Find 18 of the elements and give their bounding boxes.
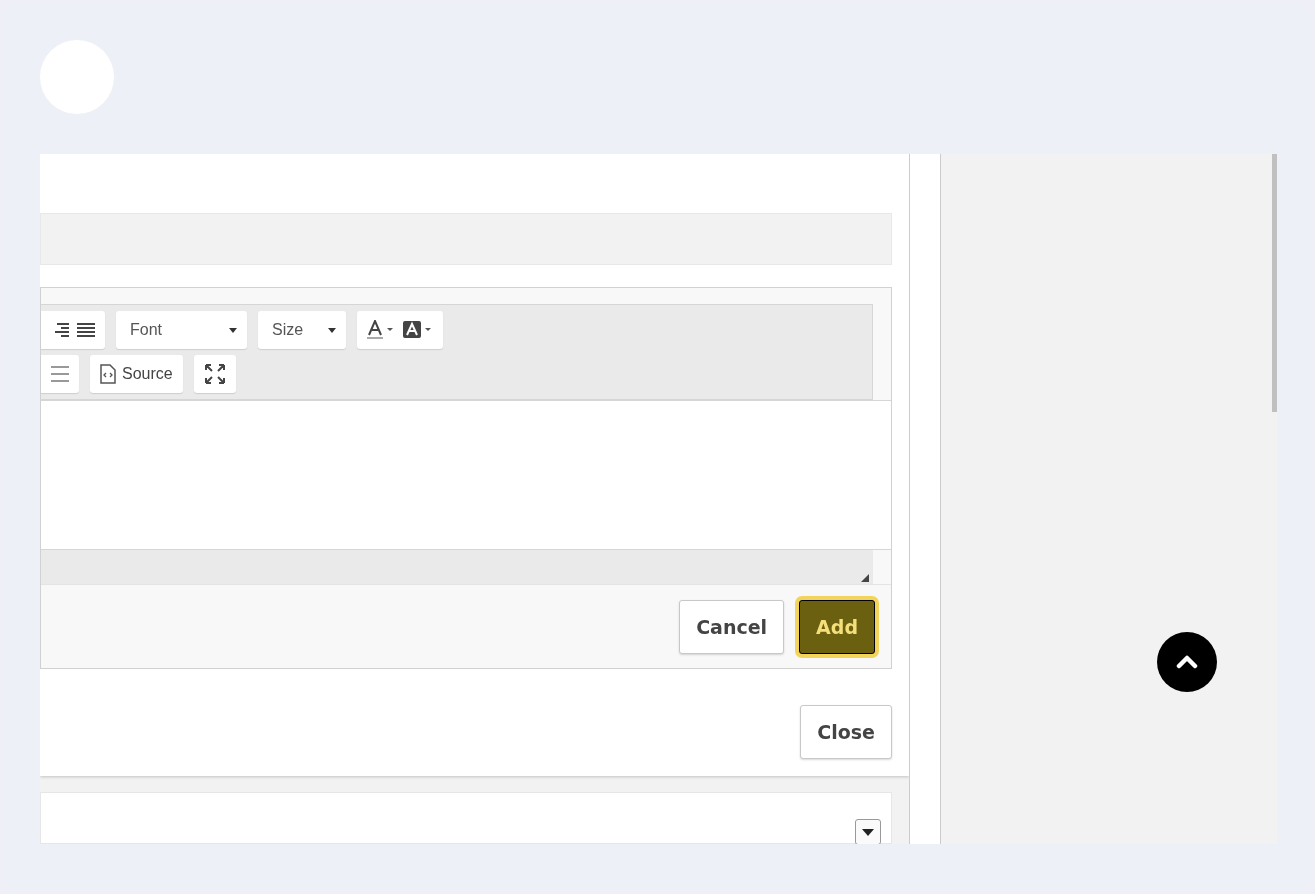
document-code-icon <box>100 364 116 384</box>
scrollbar-thumb[interactable] <box>1272 154 1277 412</box>
close-button[interactable]: Close <box>800 705 892 759</box>
text-color-icon[interactable] <box>367 320 395 340</box>
background-color-icon[interactable] <box>403 320 433 340</box>
dropdown-select[interactable]: Size <box>258 311 346 349</box>
horizontal-rule-icon[interactable] <box>51 364 69 384</box>
scroll-to-top-button[interactable] <box>1157 632 1217 692</box>
dropdown-toggle-icon[interactable] <box>855 819 881 844</box>
chevron-up-icon <box>1176 655 1198 669</box>
align-justify-icon[interactable] <box>77 322 95 338</box>
resize-handle-icon[interactable] <box>861 574 869 582</box>
source-button[interactable]: Source <box>90 355 183 393</box>
dropdown-select[interactable]: Font <box>116 311 247 349</box>
cancel-button[interactable]: Cancel <box>679 600 785 654</box>
caret-icon <box>229 327 237 333</box>
caret-icon <box>328 327 336 333</box>
maximize-icon[interactable] <box>203 363 226 385</box>
